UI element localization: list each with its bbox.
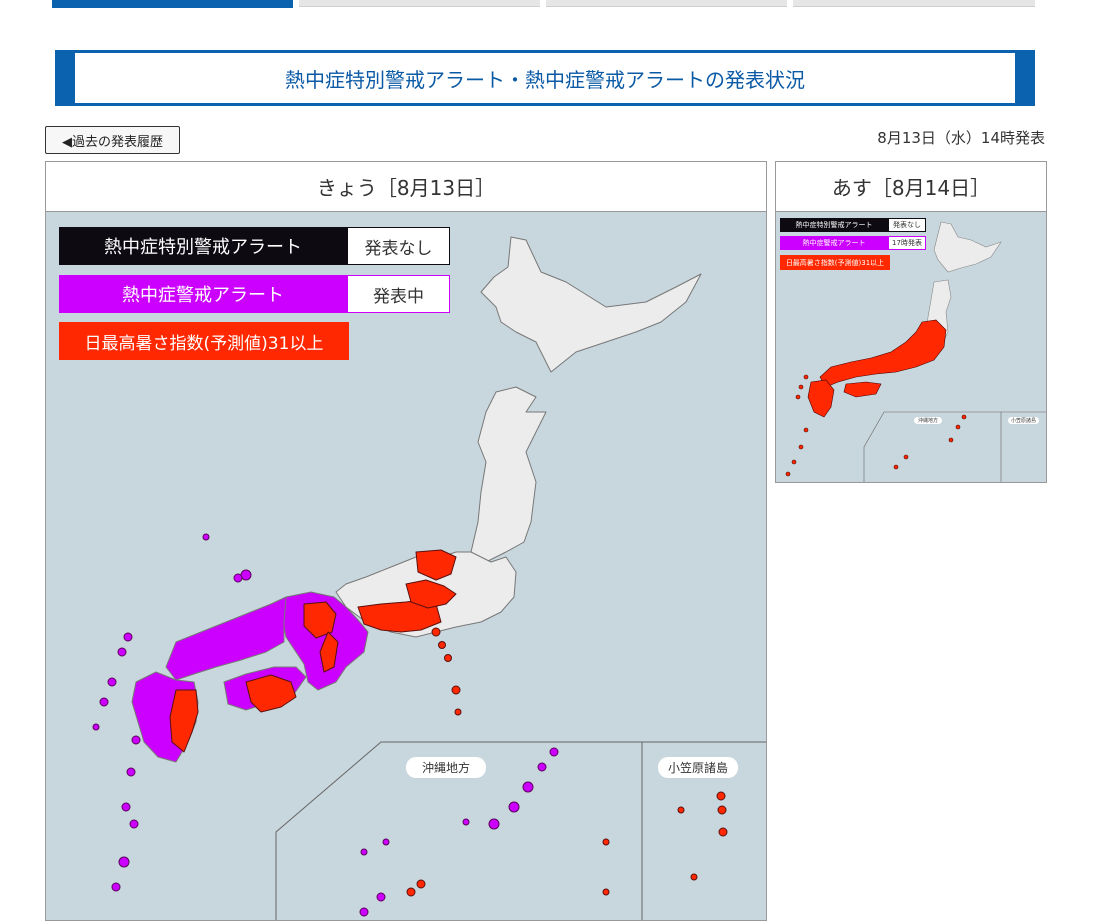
today-alert-legend: 熱中症警戒アラート 発表中: [59, 275, 450, 313]
t-island-6: [791, 459, 797, 465]
t-alert-label: 熱中症警戒アラート: [780, 236, 888, 250]
history-button[interactable]: ◀過去の発表履歴: [45, 126, 180, 154]
okinawa-island-4: [508, 801, 520, 813]
t-okinawa-island-1: [961, 414, 967, 420]
t-island-5: [798, 444, 804, 450]
today-wbgt-legend: 日最高暑さ指数(予測値)31以上: [59, 322, 349, 360]
izu-island-5: [454, 708, 462, 716]
today-map-svg: [92, 236, 766, 920]
west-island-4: [123, 632, 133, 642]
t-okinawa-island-2: [955, 424, 961, 430]
t-okinawa-label: 沖縄地方: [914, 417, 943, 424]
top-tab-bar: [52, 0, 1035, 8]
west-island-2: [240, 569, 252, 581]
daito-island-2: [602, 888, 610, 896]
alert-status: 発表中: [347, 275, 450, 313]
ogasawara-island-3: [717, 805, 727, 815]
t-okinawa-island-3: [948, 437, 954, 443]
west-island-1: [202, 533, 210, 541]
okinawa-island-2: [537, 762, 547, 772]
okinawa-island-3: [522, 781, 534, 793]
south-island-3: [129, 819, 139, 829]
kochi-red-area: [169, 689, 199, 753]
south-island-4: [118, 856, 130, 868]
page-title-bar: 熱中症特別警戒アラート・熱中症警戒アラートの発表状況: [55, 50, 1035, 106]
t-island-3: [795, 394, 801, 400]
chugoku-region: [165, 596, 287, 681]
today-header: きょう［8月13日］: [46, 162, 766, 212]
izu-island-1: [431, 627, 441, 637]
wbgt-label: 日最高暑さ指数(予測値)31以上: [59, 322, 349, 360]
south-island-5: [111, 882, 121, 892]
special-alert-label: 熱中症特別警戒アラート: [59, 227, 347, 265]
t-okinawa-island-5: [893, 464, 899, 470]
tab-3[interactable]: [546, 0, 787, 7]
t-island-2: [798, 384, 804, 390]
alert-label: 熱中症警戒アラート: [59, 275, 347, 313]
t-special-alert-status: 発表なし: [888, 218, 926, 232]
tomorrow-wbgt-legend: 日最高暑さ指数(予測値)31以上: [780, 255, 890, 270]
t-hokkaido: [933, 221, 1002, 273]
west-island-3: [233, 573, 243, 583]
tomorrow-map-svg: [785, 221, 1046, 482]
t-alert-status: 17時発表: [888, 236, 926, 250]
today-special-alert-legend: 熱中症特別警戒アラート 発表なし: [59, 227, 450, 265]
tomorrow-map[interactable]: 熱中症特別警戒アラート 発表なし 熱中症警戒アラート 17時発表 日最高暑さ指数…: [776, 212, 1046, 482]
t-kyushu-red: [807, 379, 835, 418]
t-honshu-red: [819, 319, 947, 388]
okinawa-island-7: [382, 838, 390, 846]
west-island-7: [99, 697, 109, 707]
ogasawara-island-4: [718, 827, 728, 837]
west-island-6: [107, 677, 117, 687]
daito-island-1: [602, 838, 610, 846]
okinawa-label: 沖縄地方: [406, 757, 487, 778]
special-alert-status: 発表なし: [347, 227, 450, 265]
west-island-5: [117, 647, 127, 657]
ogasawara-island-5: [690, 873, 698, 881]
south-island-1: [126, 767, 136, 777]
tab-2[interactable]: [299, 0, 540, 7]
page-title: 熱中症特別警戒アラート・熱中症警戒アラートの発表状況: [285, 67, 805, 92]
tohoku-region: [470, 386, 547, 573]
ogasawara-label: 小笠原諸島: [658, 757, 739, 778]
t-ogasawara-label: 小笠原諸島: [1008, 417, 1040, 424]
issued-time: 8月13日（水）14時発表: [877, 129, 1045, 147]
izu-island-3: [444, 654, 452, 662]
west-island-8: [92, 723, 100, 731]
today-panel: きょう［8月13日］ 熱中症特別警戒アラート 発表なし 熱中症警戒アラート 発表…: [45, 161, 767, 921]
hokkaido-region: [480, 236, 702, 373]
t-island-4: [803, 427, 809, 433]
ogasawara-island-2: [716, 791, 726, 801]
south-island-2: [121, 802, 131, 812]
tomorrow-alert-legend: 熱中症警戒アラート 17時発表: [780, 236, 926, 250]
okinawa-island-1: [549, 747, 559, 757]
izu-island-2: [438, 641, 446, 649]
okinawa-island-8: [360, 848, 368, 856]
t-special-alert-label: 熱中症特別警戒アラート: [780, 218, 888, 232]
okinawa-island-5: [488, 818, 500, 830]
izu-island-4: [451, 685, 461, 695]
t-island-1: [803, 374, 809, 380]
yaeyama-island-1: [416, 879, 426, 889]
tomorrow-panel: あす［8月14日］ 熱中症特別警戒アラート 発表なし 熱中症警戒アラート 17時…: [775, 161, 1047, 483]
tab-4[interactable]: [793, 0, 1035, 7]
tomorrow-special-alert-legend: 熱中症特別警戒アラート 発表なし: [780, 218, 926, 232]
t-island-7: [785, 471, 791, 477]
okinawa-island-10: [359, 907, 369, 917]
ogasawara-island-1: [677, 806, 685, 814]
t-okinawa-island-4: [903, 454, 909, 460]
tomorrow-header: あす［8月14日］: [776, 162, 1046, 212]
today-map[interactable]: 熱中症特別警戒アラート 発表なし 熱中症警戒アラート 発表中 日最高暑さ指数(予…: [46, 212, 766, 920]
okinawa-island-6: [462, 818, 470, 826]
tab-1[interactable]: [52, 0, 293, 8]
yaeyama-island-2: [406, 887, 416, 897]
west-island-9: [131, 735, 141, 745]
t-wbgt-label: 日最高暑さ指数(予測値)31以上: [780, 255, 890, 270]
t-shikoku-red: [843, 381, 882, 398]
